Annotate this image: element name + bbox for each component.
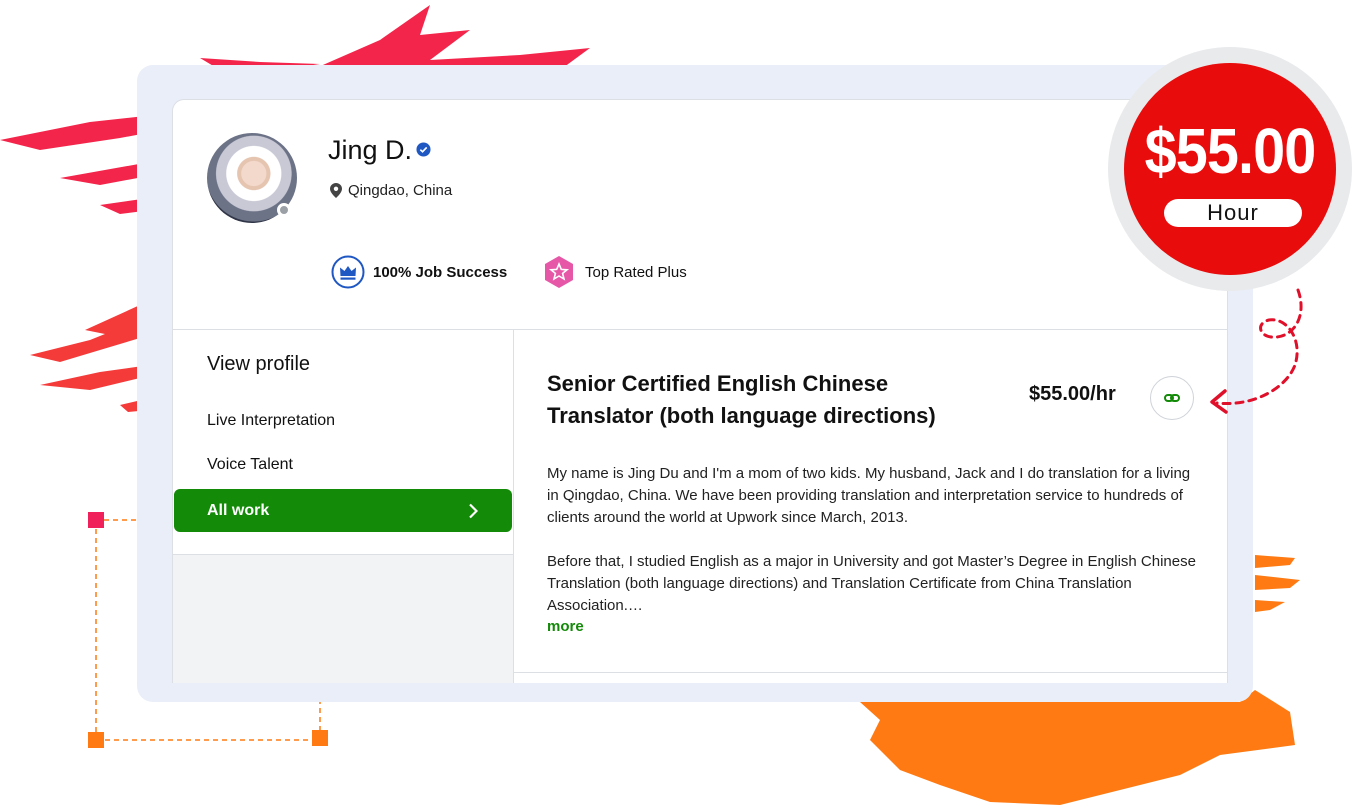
dashed-arrow-icon [1210, 288, 1303, 414]
copy-link-button[interactable] [1150, 376, 1194, 420]
star-badge-icon [545, 256, 573, 288]
chevron-right-icon [469, 503, 478, 518]
crown-icon [331, 255, 365, 289]
sidebar-empty-area [173, 555, 513, 683]
sidebar-item-all-work[interactable]: All work [174, 489, 512, 532]
content-bottom-divider [514, 672, 1227, 673]
overview-paragraph-2: Before that, I studied English as a majo… [547, 553, 1196, 614]
profile-card: Jing D. Qingdao, China 100% Job Success … [172, 99, 1228, 683]
bracket-handle-top [88, 512, 104, 528]
sidebar-divider [513, 329, 514, 683]
bracket-handle-bottom-right [312, 730, 328, 746]
top-rated-text: Top Rated Plus [585, 263, 687, 281]
sidebar-item-voice-talent[interactable]: Voice Talent [207, 456, 293, 474]
location-pin-icon [330, 183, 342, 198]
top-rated-badge: Top Rated Plus [543, 255, 687, 289]
price-badge-amount: $55.00 [1144, 115, 1317, 187]
profile-name: Jing D. [328, 135, 413, 165]
online-status-dot [277, 203, 291, 217]
job-success-badge: 100% Job Success [331, 255, 507, 289]
job-title: Senior Certified English Chinese Transla… [547, 371, 936, 428]
sidebar-title: View profile [207, 353, 311, 375]
sidebar-item-live-interpretation[interactable]: Live Interpretation [207, 412, 335, 430]
price-badge-unit: Hour [1164, 199, 1302, 227]
sidebar-item-label: All work [207, 501, 270, 519]
red-brush-stroke-left [30, 300, 152, 412]
bracket-handle-bottom-left [88, 732, 104, 748]
hourly-rate: $55.00/hr [1029, 383, 1116, 405]
overview-paragraph-1: My name is Jing Du and I'm a mom of two … [547, 465, 1191, 526]
more-link[interactable]: more [547, 618, 584, 635]
verified-icon [416, 142, 431, 157]
location-text: Qingdao, China [348, 182, 453, 199]
header-divider [173, 329, 1227, 330]
link-icon [1164, 394, 1180, 402]
profile-location: Qingdao, China [330, 182, 452, 199]
job-success-text: 100% Job Success [373, 263, 508, 281]
